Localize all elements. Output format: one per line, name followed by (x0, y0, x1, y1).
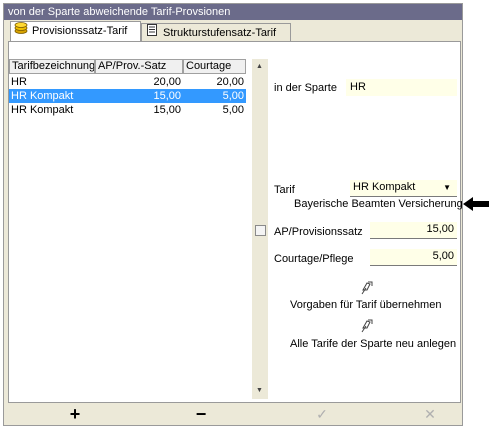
cell-name: HR Kompakt (11, 90, 74, 102)
ap-input[interactable]: 15,00 (370, 222, 457, 239)
apply-tarif-icon[interactable] (357, 280, 377, 299)
apply-tarif-button[interactable]: Vorgaben für Tarif übernehmen (290, 299, 441, 311)
courtage-value: 5,00 (432, 250, 454, 262)
sparte-label: in der Sparte (274, 82, 337, 94)
column-header-ap-prov-satz[interactable]: AP/Prov.-Satz (95, 59, 183, 74)
tarif-description: Bayerische Beamten Versicherung (294, 198, 463, 210)
tarif-table: Tarifbezeichnung AP/Prov.-Satz Courtage … (9, 59, 246, 399)
cell-courtage: 20,00 (216, 76, 244, 88)
coins-icon (13, 22, 29, 40)
column-header-courtage[interactable]: Courtage (183, 59, 246, 74)
tab-label: Strukturstufensatz-Tarif (163, 27, 277, 39)
sparte-field: HR (346, 79, 457, 96)
chevron-down-icon[interactable]: ▼ (443, 180, 451, 195)
cell-name: HR Kompakt (11, 104, 74, 116)
tab-label: Provisionssatz-Tarif (32, 25, 128, 37)
window-title: von der Sparte abweichende Tarif-Provsio… (4, 4, 462, 20)
create-all-tarife-button[interactable]: Alle Tarife der Sparte neu anlegen (290, 338, 456, 350)
cell-name: HR (11, 76, 27, 88)
cell-ap: 15,00 (153, 104, 181, 116)
add-button[interactable]: + (60, 404, 90, 425)
create-all-tarife-icon[interactable] (357, 318, 377, 337)
arrow-left-icon (463, 196, 489, 215)
cell-ap: 15,00 (153, 90, 181, 102)
cell-courtage: 5,00 (222, 104, 244, 116)
tab-strukturstufensatz-tarif[interactable]: Strukturstufensatz-Tarif (141, 23, 291, 42)
ap-label: AP/Provisionssatz (274, 226, 363, 238)
ap-checkbox[interactable] (255, 225, 266, 236)
courtage-label: Courtage/Pflege (274, 253, 354, 265)
cell-ap: 20,00 (153, 76, 181, 88)
tarif-dropdown[interactable]: HR Kompakt ▼ (350, 180, 457, 197)
table-row-selected[interactable]: HR Kompakt 15,00 5,00 (9, 89, 246, 103)
table-row[interactable]: HR Kompakt 15,00 5,00 (9, 103, 246, 117)
list-icon (144, 24, 160, 42)
tarif-label: Tarif (274, 184, 295, 196)
remove-button[interactable]: − (186, 404, 216, 425)
cancel-button[interactable]: ✕ (415, 406, 445, 423)
ap-value: 15,00 (426, 223, 454, 235)
courtage-input[interactable]: 5,00 (370, 249, 457, 266)
column-header-tarifbezeichnung[interactable]: Tarifbezeichnung (9, 59, 95, 74)
tarif-value: HR Kompakt (353, 181, 416, 193)
tab-provisionssatz-tarif[interactable]: Provisionssatz-Tarif (10, 21, 141, 42)
confirm-button[interactable]: ✓ (307, 406, 337, 423)
scroll-up-arrow-icon[interactable]: ▲ (256, 63, 263, 70)
scroll-down-arrow-icon[interactable]: ▼ (256, 387, 263, 394)
main-window: von der Sparte abweichende Tarif-Provsio… (3, 3, 463, 426)
sparte-value: HR (350, 81, 366, 93)
cell-courtage: 5,00 (222, 90, 244, 102)
table-row[interactable]: HR 20,00 20,00 (9, 75, 246, 89)
